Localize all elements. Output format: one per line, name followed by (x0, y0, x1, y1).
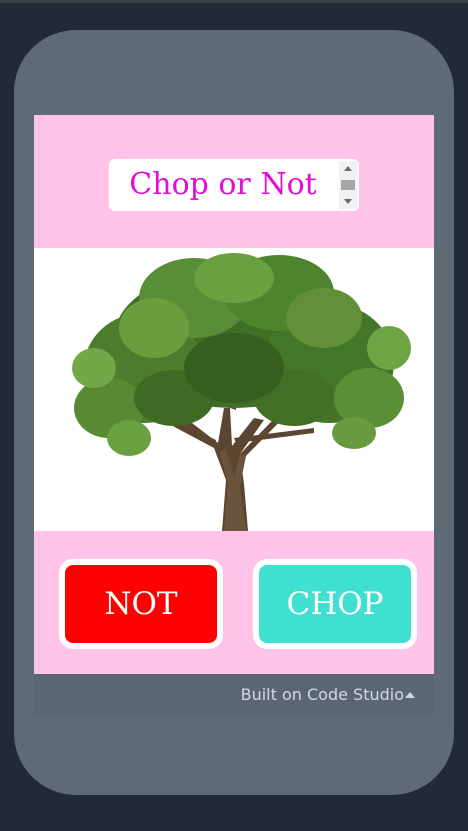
tree-icon (72, 253, 411, 531)
scroll-down-arrow-icon[interactable] (344, 199, 352, 204)
chop-button[interactable]: CHOP (253, 559, 417, 649)
title-scrollbar[interactable] (339, 161, 357, 209)
page-title: Chop or Not (129, 167, 317, 202)
scroll-thumb[interactable] (341, 180, 355, 190)
footer-text[interactable]: Built on Code Studio (241, 685, 404, 704)
footer-bar[interactable]: Built on Code Studio (34, 674, 434, 715)
scroll-up-arrow-icon[interactable] (344, 166, 352, 171)
window-top-strip (0, 0, 468, 3)
title-text-area[interactable]: Chop or Not (109, 159, 359, 211)
caret-up-icon[interactable] (405, 692, 415, 698)
tree-image (34, 248, 434, 531)
not-button[interactable]: NOT (59, 559, 223, 649)
app-screen: Chop or Not NOT CHOP Built on Code Studi… (34, 115, 434, 715)
